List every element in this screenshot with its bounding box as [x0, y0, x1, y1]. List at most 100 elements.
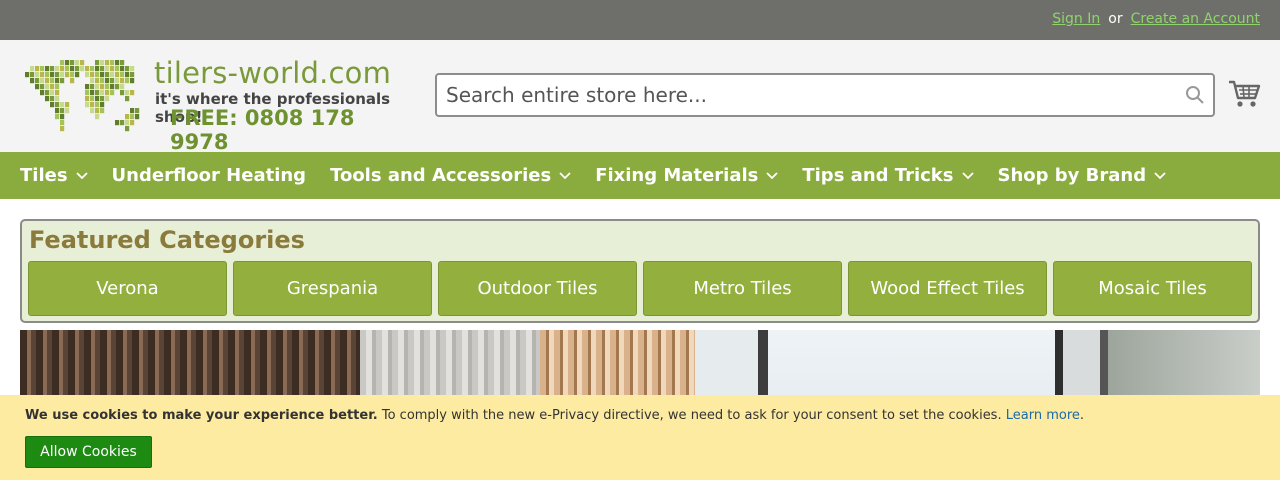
mosaic-tile: [30, 66, 35, 72]
mosaic-tile: [80, 60, 85, 66]
mosaic-tile: [100, 96, 105, 102]
category-button-wood-effect-tiles[interactable]: Wood Effect Tiles: [848, 261, 1047, 316]
mosaic-tile: [125, 114, 130, 120]
mosaic-tile: [105, 72, 110, 78]
mosaic-tile: [95, 114, 100, 120]
sign-in-link[interactable]: Sign In: [1052, 11, 1100, 27]
mosaic-tile: [125, 96, 130, 102]
allow-cookies-button[interactable]: Allow Cookies: [25, 436, 152, 468]
mosaic-tile: [40, 90, 45, 96]
category-button-verona[interactable]: Verona: [28, 261, 227, 316]
mosaic-tile: [55, 84, 60, 90]
mosaic-tile: [95, 78, 100, 84]
mosaic-tile: [130, 108, 135, 114]
mosaic-tile: [120, 84, 125, 90]
category-button-outdoor-tiles[interactable]: Outdoor Tiles: [438, 261, 637, 316]
mosaic-tile: [60, 60, 65, 66]
mosaic-tile: [60, 78, 65, 84]
nav-item-label: Shop by Brand: [997, 165, 1147, 186]
mosaic-tile: [110, 84, 115, 90]
top-bar: Sign In or Create an Account: [0, 0, 1280, 40]
shopping-cart-icon[interactable]: [1227, 76, 1261, 110]
main-navigation: Tiles Underfloor Heating Tools and Acces…: [0, 152, 1280, 199]
mosaic-tile: [125, 126, 130, 132]
mosaic-tile: [60, 108, 65, 114]
category-button-grespania[interactable]: Grespania: [233, 261, 432, 316]
mosaic-tile: [100, 72, 105, 78]
nav-item-label: Underfloor Heating: [111, 165, 307, 186]
nav-item-underfloor-heating[interactable]: Underfloor Heating: [112, 165, 307, 186]
mosaic-tile: [100, 84, 105, 90]
mosaic-tile: [30, 78, 35, 84]
mosaic-tile: [125, 72, 130, 78]
mosaic-tile: [60, 126, 65, 132]
mosaic-tile: [130, 90, 135, 96]
mosaic-tile: [115, 72, 120, 78]
mosaic-tile: [55, 102, 60, 108]
mosaic-tile: [105, 78, 110, 84]
mosaic-tile: [70, 60, 75, 66]
mosaic-tile: [115, 84, 120, 90]
mosaic-tile: [115, 120, 120, 126]
mosaic-tile: [120, 90, 125, 96]
nav-item-tiles[interactable]: Tiles: [20, 165, 88, 186]
mosaic-tile: [40, 78, 45, 84]
chevron-down-icon: [961, 171, 974, 179]
nav-item-fixing-materials[interactable]: Fixing Materials: [595, 165, 778, 186]
mosaic-tile: [65, 72, 70, 78]
category-button-metro-tiles[interactable]: Metro Tiles: [643, 261, 842, 316]
mosaic-tile: [30, 72, 35, 78]
nav-item-tips-and-tricks[interactable]: Tips and Tricks: [802, 165, 974, 186]
mosaic-tile: [110, 78, 115, 84]
mosaic-tile: [35, 72, 40, 78]
mosaic-tile: [45, 96, 50, 102]
mosaic-tile: [95, 108, 100, 114]
cookie-message-end: .: [1079, 408, 1085, 423]
mosaic-tile: [85, 84, 90, 90]
mosaic-tile: [45, 78, 50, 84]
nav-item-tools-and-accessories[interactable]: Tools and Accessories: [330, 165, 571, 186]
mosaic-tile: [125, 78, 130, 84]
mosaic-tile: [60, 114, 65, 120]
mosaic-tile: [50, 96, 55, 102]
header: tilers-world.com it's where the professi…: [0, 40, 1280, 154]
mosaic-tile: [55, 114, 60, 120]
cookie-message-text: To comply with the new e-Privacy directi…: [377, 408, 1006, 423]
cookie-notice: We use cookies to make your experience b…: [0, 395, 1280, 480]
mosaic-tile: [90, 78, 95, 84]
mosaic-tile: [55, 108, 60, 114]
mosaic-tile: [100, 66, 105, 72]
mosaic-tile: [120, 78, 125, 84]
mosaic-tile: [105, 84, 110, 90]
mosaic-tile: [130, 66, 135, 72]
mosaic-tile: [50, 66, 55, 72]
category-button-mosaic-tiles[interactable]: Mosaic Tiles: [1053, 261, 1252, 316]
mosaic-tile: [50, 72, 55, 78]
mosaic-tile: [110, 60, 115, 66]
mosaic-tile: [80, 66, 85, 72]
nav-item-shop-by-brand[interactable]: Shop by Brand: [998, 165, 1167, 186]
mosaic-tile: [100, 90, 105, 96]
mosaic-tile: [125, 120, 130, 126]
learn-more-link[interactable]: Learn more: [1006, 408, 1080, 423]
mosaic-tile: [75, 60, 80, 66]
world-map-mosaic-icon: [25, 60, 140, 132]
site-logo[interactable]: tilers-world.com it's where the professi…: [20, 56, 420, 154]
category-buttons: Verona Grespania Outdoor Tiles Metro Til…: [28, 261, 1252, 316]
mosaic-tile: [50, 90, 55, 96]
nav-item-label: Tools and Accessories: [330, 165, 552, 186]
featured-categories-title: Featured Categories: [29, 226, 305, 254]
mosaic-tile: [45, 84, 50, 90]
mosaic-tile: [60, 66, 65, 72]
mosaic-tile: [100, 108, 105, 114]
search-icon[interactable]: [1185, 85, 1205, 105]
mosaic-tile: [90, 90, 95, 96]
search-input[interactable]: [446, 75, 1166, 115]
or-text: or: [1108, 11, 1123, 27]
create-account-link[interactable]: Create an Account: [1131, 11, 1260, 27]
mosaic-tile: [65, 108, 70, 114]
mosaic-tile: [35, 78, 40, 84]
mosaic-tile: [105, 60, 110, 66]
mosaic-tile: [55, 66, 60, 72]
mosaic-tile: [85, 66, 90, 72]
